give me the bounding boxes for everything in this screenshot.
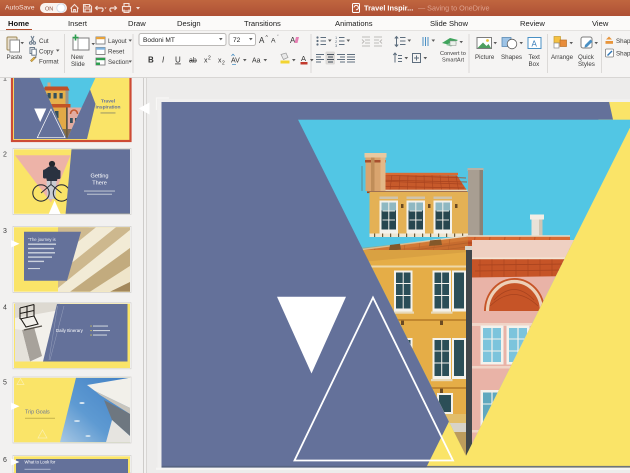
svg-text:Paste: Paste: [7, 54, 23, 61]
svg-text:Daily Itinerary: Daily Itinerary: [56, 328, 84, 333]
svg-text:Layout: Layout: [108, 38, 127, 45]
svg-text:Arrange: Arrange: [551, 54, 574, 61]
svg-text:Shapes: Shapes: [501, 54, 522, 61]
svg-text:Convert to: Convert to: [440, 51, 466, 57]
svg-text:AutoSave: AutoSave: [5, 5, 35, 12]
svg-text:A: A: [532, 40, 538, 49]
svg-text:A: A: [271, 38, 276, 45]
svg-text:6: 6: [3, 457, 7, 464]
svg-text:Getting: Getting: [90, 174, 108, 180]
svg-text:ab: ab: [189, 58, 197, 65]
svg-text:4: 4: [3, 305, 7, 312]
svg-text:What to Look for: What to Look for: [25, 460, 56, 465]
svg-text:Cut: Cut: [39, 38, 49, 45]
svg-text:U: U: [175, 56, 181, 65]
svg-text:Quick: Quick: [578, 54, 595, 61]
svg-text:“The journey is: “The journey is: [28, 237, 56, 242]
svg-text:Format: Format: [39, 59, 59, 66]
svg-text:Reset: Reset: [108, 49, 124, 56]
svg-text:Shap: Shap: [616, 51, 630, 58]
svg-text:B: B: [148, 56, 154, 65]
svg-text:5: 5: [3, 380, 7, 387]
svg-text:^: ^: [266, 35, 269, 41]
svg-text:2: 2: [3, 152, 7, 159]
svg-text:— Saving to OneDrive: — Saving to OneDrive: [418, 4, 490, 13]
svg-text:ON: ON: [45, 6, 53, 12]
svg-text:Copy: Copy: [39, 49, 54, 56]
svg-text:SmartArt: SmartArt: [442, 58, 465, 64]
svg-text:Styles: Styles: [578, 61, 595, 68]
svg-text:Travel Inspir...: Travel Inspir...: [364, 4, 413, 13]
svg-text:Inspiration: Inspiration: [96, 105, 121, 111]
svg-text:AV: AV: [231, 58, 240, 65]
svg-text:3: 3: [3, 228, 7, 235]
svg-text:72: 72: [233, 37, 241, 44]
svg-text:3: 3: [335, 43, 338, 48]
svg-text:Picture: Picture: [475, 54, 495, 61]
svg-text:I: I: [162, 56, 165, 65]
svg-text:Travel: Travel: [101, 99, 116, 105]
svg-text:A: A: [290, 36, 296, 45]
svg-text:Aa: Aa: [252, 58, 261, 65]
svg-text:ˇ: ˇ: [277, 35, 279, 41]
svg-text:1: 1: [3, 78, 7, 83]
svg-text:Section: Section: [108, 59, 129, 66]
svg-text:New: New: [71, 54, 84, 61]
svg-text:There: There: [92, 181, 107, 187]
svg-text:Slide: Slide: [71, 61, 85, 68]
svg-text:Bodoni MT: Bodoni MT: [143, 37, 175, 44]
svg-text:A: A: [301, 54, 306, 63]
svg-text:A: A: [259, 36, 265, 45]
svg-text:Shap: Shap: [616, 38, 630, 45]
svg-text:Text: Text: [529, 54, 541, 61]
svg-text:Box: Box: [529, 61, 541, 68]
svg-text:Trip Goals: Trip Goals: [25, 410, 50, 416]
svg-text:2: 2: [208, 56, 211, 62]
svg-text:2: 2: [222, 61, 225, 67]
